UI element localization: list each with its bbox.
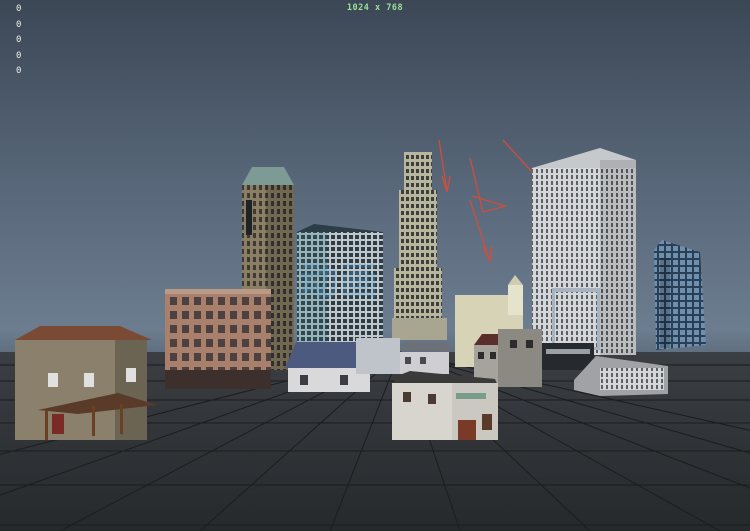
hud-count-1: 0 — [16, 19, 22, 30]
resolution-gate-label: 1024 x 768 — [346, 3, 404, 13]
old-corner-house[interactable] — [15, 326, 157, 440]
dark-low-block[interactable] — [542, 343, 594, 370]
slender-spire-tower[interactable] — [392, 152, 447, 340]
annotation-arrows — [438, 139, 533, 263]
watermark: 动画 — [300, 259, 381, 303]
blue-glass-tower[interactable] — [654, 240, 706, 350]
hud-count-4: 0 — [16, 66, 22, 76]
small-shop-house[interactable] — [392, 371, 498, 440]
hud-count-3: 0 — [16, 50, 22, 61]
hud-count-2: 0 — [16, 35, 22, 45]
grey-house[interactable] — [398, 342, 452, 374]
brick-apartment-block[interactable] — [165, 289, 271, 389]
mid-white-block[interactable] — [552, 288, 600, 350]
maya-viewport[interactable]: 0 0 0 0 0 1024 x 768 动画 — [0, 0, 750, 531]
hud-poly-counts: 0 0 0 0 0 — [16, 2, 21, 80]
